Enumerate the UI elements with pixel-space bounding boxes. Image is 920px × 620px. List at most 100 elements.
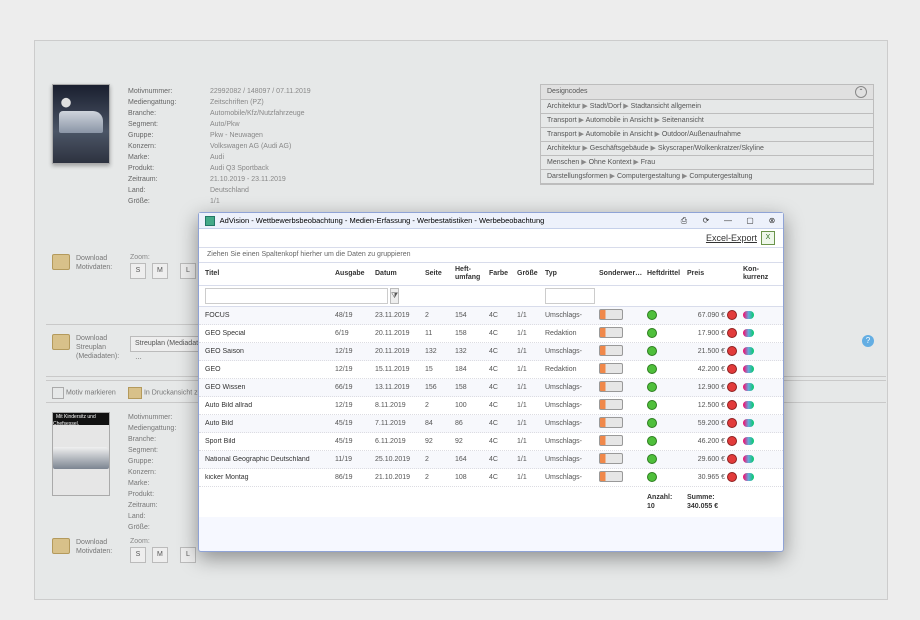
konkurrenz-icon[interactable] (743, 329, 754, 337)
sonderwert-badge (599, 399, 623, 410)
konkurrenz-icon[interactable] (743, 365, 754, 373)
heftdrittel-ok-icon (647, 454, 657, 464)
designcode-row[interactable]: Menschen ▶ Ohne Kontext ▶ Frau (541, 156, 873, 170)
konkurrenz-icon[interactable] (743, 311, 754, 319)
folder-download-icon (52, 254, 70, 270)
motiv2-thumbnail[interactable]: Mit Kindersitz und Chefsessel. (52, 412, 110, 496)
streuplan-dialog: AdVision - Wettbewerbsbeobachtung - Medi… (198, 212, 784, 552)
table-row[interactable]: GEO Saison12/1920.11.20191321324C1/1Umsc… (199, 343, 783, 361)
sonderwert-badge (599, 327, 623, 338)
folder-download-icon (52, 334, 70, 350)
heftdrittel-ok-icon (647, 436, 657, 446)
app-icon (205, 216, 215, 226)
price-warn-icon (727, 346, 737, 356)
designcodes-panel: Designcodes ⌃ Architektur ▶ Stadt/Dorf ▶… (540, 84, 874, 185)
dialog-title: AdVision - Wettbewerbsbeobachtung - Medi… (220, 216, 545, 225)
maximize-icon[interactable]: ▢ (745, 213, 755, 228)
filter-typ-input[interactable] (545, 288, 595, 304)
sonderwert-badge (599, 435, 623, 446)
download-motiv[interactable]: Download Motivdaten: (52, 254, 112, 272)
designcode-row[interactable]: Architektur ▶ Geschäftsgebäude ▶ Skyscra… (541, 142, 873, 156)
table-row[interactable]: GEO12/1915.11.2019151844C1/1Redaktion42.… (199, 361, 783, 379)
zoom2-l[interactable]: L (180, 547, 196, 563)
table-row[interactable]: Auto Bild allrad12/198.11.201921004C1/1U… (199, 397, 783, 415)
zoom2-m[interactable]: M (152, 547, 168, 563)
price-warn-icon (727, 472, 737, 482)
table-row[interactable]: GEO Special6/1920.11.2019111584C1/1Redak… (199, 325, 783, 343)
sonderwert-badge (599, 381, 623, 392)
sonderwert-badge (599, 471, 623, 482)
konkurrenz-icon[interactable] (743, 473, 754, 481)
motiv-mark-label: Motiv markieren (66, 390, 116, 397)
heftdrittel-ok-icon (647, 472, 657, 482)
heftdrittel-ok-icon (647, 382, 657, 392)
sonderwert-badge (599, 363, 623, 374)
download-motiv2[interactable]: Download Motivdaten: (52, 538, 112, 556)
folder-download-icon (52, 538, 70, 554)
close-icon[interactable]: ⊗ (767, 213, 777, 228)
collapse-icon[interactable]: ⌃ (855, 86, 867, 98)
filter-title-input[interactable] (205, 288, 388, 304)
zoom-l[interactable]: L (180, 263, 196, 279)
table-footer: Anzahl: 10 Summe: 340.055 € (199, 487, 783, 517)
table-row[interactable]: Sport Bild45/196.11.201992924C1/1Umschla… (199, 433, 783, 451)
heftdrittel-ok-icon (647, 364, 657, 374)
meta2-labels: Motivnummer:Mediengattung:Branche:Segmen… (128, 412, 208, 533)
table-filter-row: ⧩ (199, 286, 783, 307)
sonderwert-badge (599, 417, 623, 428)
sonderwert-badge (599, 453, 623, 464)
table-body: FOCUS48/1923.11.201921544C1/1Umschlags-6… (199, 307, 783, 487)
download-streuplan[interactable]: Download Streuplan (Mediadaten): (52, 334, 119, 361)
price-warn-icon (727, 418, 737, 428)
sonderwert-badge (599, 309, 623, 320)
motiv-thumbnail[interactable]: ⬤ (52, 84, 110, 164)
motiv-mark-checkbox[interactable] (52, 387, 64, 399)
zoom-s[interactable]: S (130, 263, 146, 279)
price-warn-icon (727, 382, 737, 392)
table-row[interactable]: kicker Montag86/1921.10.201921084C1/1Ums… (199, 469, 783, 487)
table-row[interactable]: GEO Wissen66/1913.11.20191561584C1/1Umsc… (199, 379, 783, 397)
filter-icon[interactable]: ⧩ (390, 288, 399, 304)
designcode-row[interactable]: Architektur ▶ Stadt/Dorf ▶ Stadtansicht … (541, 100, 873, 114)
price-warn-icon (727, 436, 737, 446)
price-warn-icon (727, 400, 737, 410)
designcodes-title: Designcodes (547, 85, 587, 99)
price-warn-icon (727, 364, 737, 374)
table-row[interactable]: National Geographic Deutschland11/1925.1… (199, 451, 783, 469)
group-drop-bar[interactable]: Ziehen Sie einen Spaltenkopf hierher um … (199, 248, 783, 263)
minimize-icon[interactable]: — (723, 213, 733, 228)
refresh-icon[interactable]: ⟳ (701, 213, 711, 228)
price-warn-icon (727, 328, 737, 338)
help-icon[interactable]: ? (862, 335, 874, 347)
heftdrittel-ok-icon (647, 418, 657, 428)
konkurrenz-icon[interactable] (743, 437, 754, 445)
table-row[interactable]: FOCUS48/1923.11.201921544C1/1Umschlags-6… (199, 307, 783, 325)
konkurrenz-icon[interactable] (743, 419, 754, 427)
excel-icon[interactable]: X (761, 231, 775, 245)
table-header[interactable]: Titel Ausgabe Datum Seite Heft-umfang Fa… (199, 263, 783, 286)
zoom-m[interactable]: M (152, 263, 168, 279)
konkurrenz-icon[interactable] (743, 347, 754, 355)
table-row[interactable]: Auto Bild45/197.11.201984864C1/1Umschlag… (199, 415, 783, 433)
meta-labels: Motivnummer:Mediengattung:Branche:Segmen… (128, 86, 206, 207)
heftdrittel-ok-icon (647, 310, 657, 320)
designcode-row[interactable]: Transport ▶ Automobile in Ansicht ▶ Outd… (541, 128, 873, 142)
zoom-controls: Zoom: S M L (130, 254, 200, 279)
konkurrenz-icon[interactable] (743, 383, 754, 391)
sonderwert-badge (599, 345, 623, 356)
excel-export-link[interactable]: Excel-Export (706, 229, 757, 247)
print-view-icon (128, 387, 142, 399)
heftdrittel-ok-icon (647, 346, 657, 356)
designcode-row[interactable]: Darstellungsformen ▶ Computergestaltung … (541, 170, 873, 184)
zoom2-s[interactable]: S (130, 547, 146, 563)
konkurrenz-icon[interactable] (743, 455, 754, 463)
print-icon[interactable]: ⎙ (679, 213, 689, 228)
price-warn-icon (727, 454, 737, 464)
designcode-row[interactable]: Transport ▶ Automobile in Ansicht ▶ Seit… (541, 114, 873, 128)
konkurrenz-icon[interactable] (743, 401, 754, 409)
heftdrittel-ok-icon (647, 328, 657, 338)
meta-values: 22992082 / 148097 / 07.11.2019Zeitschrif… (210, 86, 410, 207)
zoom-controls-2: Zoom: S M L (130, 538, 200, 563)
price-warn-icon (727, 310, 737, 320)
heftdrittel-ok-icon (647, 400, 657, 410)
